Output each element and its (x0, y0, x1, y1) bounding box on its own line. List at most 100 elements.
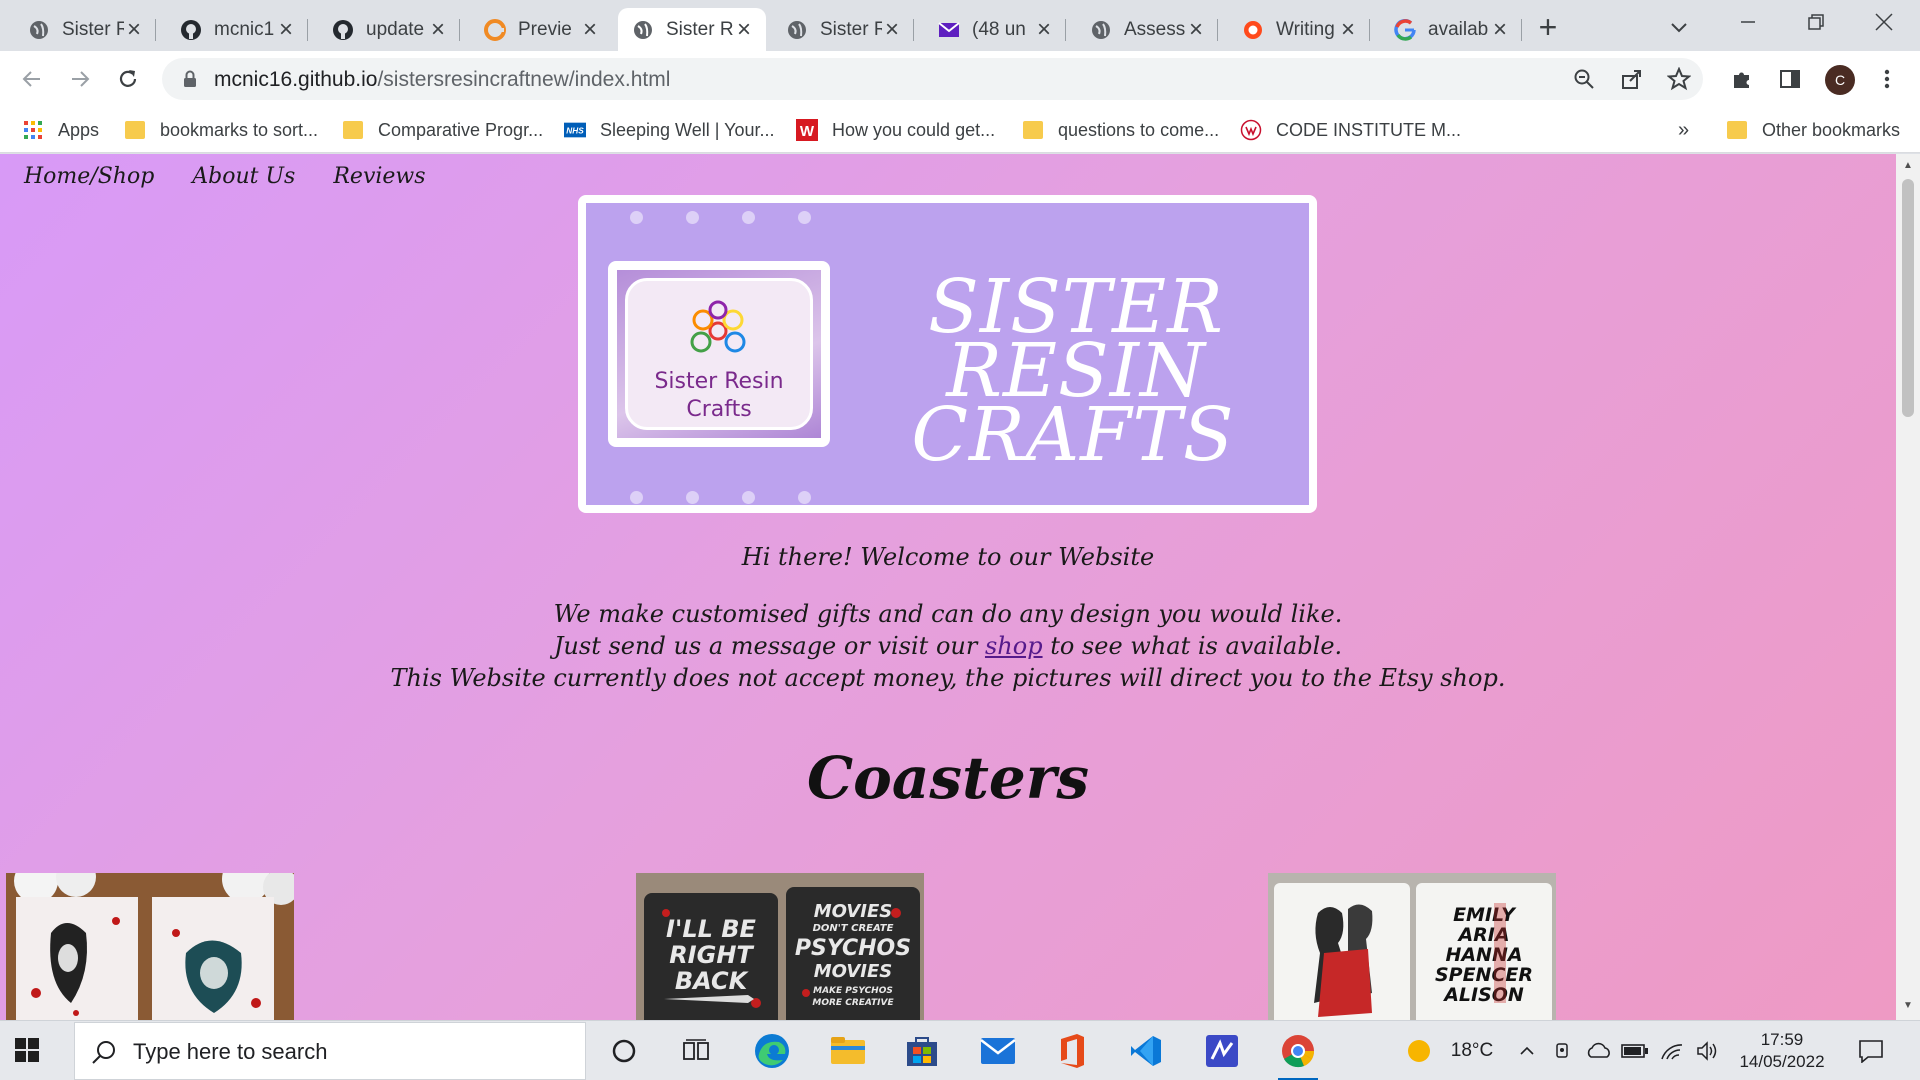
show-hidden-icons-chevron-icon[interactable] (1516, 1039, 1538, 1063)
bookmark-folder-comparative[interactable]: Comparative Progr... (342, 116, 543, 144)
product-image-pll-coasters[interactable]: EMILY ARIA HANNA SPENCER ALISON (1268, 873, 1556, 1020)
bookmark-label: bookmarks to sort... (160, 119, 319, 140)
svg-text:EMILY: EMILY (1453, 904, 1517, 926)
profile-avatar[interactable]: C (1825, 65, 1855, 95)
restore-icon[interactable] (1782, 0, 1850, 44)
vscode-icon[interactable] (1126, 1031, 1166, 1071)
product-image-movie-quote-coasters[interactable]: I'LL BE RIGHT BACK MOVIES DON'T CREATE P… (636, 873, 924, 1020)
close-tab-icon[interactable]: × (1034, 17, 1054, 41)
bookmark-folder-bookmarks-to-sort[interactable]: bookmarks to sort... (124, 116, 318, 144)
bookmark-star-icon[interactable] (1667, 67, 1691, 91)
microsoft-store-icon[interactable] (902, 1031, 942, 1071)
tab-3[interactable]: Previe × (470, 8, 612, 51)
cortana-icon[interactable] (604, 1031, 644, 1071)
close-tab-icon[interactable]: × (882, 17, 902, 41)
chrome-taskbar-icon[interactable] (1278, 1031, 1318, 1080)
new-tab-button[interactable]: + (1532, 11, 1564, 44)
system-clock[interactable]: 17:59 14/05/2022 (1724, 1029, 1840, 1073)
lock-icon[interactable] (180, 69, 200, 89)
folder-icon (1022, 119, 1044, 141)
notifications-icon[interactable] (1856, 1039, 1886, 1063)
close-tab-icon[interactable]: × (734, 17, 754, 41)
office-icon[interactable] (1052, 1031, 1092, 1071)
meet-now-icon[interactable] (1550, 1039, 1578, 1063)
url-text: mcnic16.github.io/sistersresincraftnew/i… (214, 68, 670, 92)
tab-5[interactable]: Sister R × (772, 8, 914, 51)
scroll-down-arrow-icon[interactable]: ▼ (1902, 1000, 1914, 1012)
close-tab-icon[interactable]: × (276, 17, 296, 41)
zoom-out-icon[interactable] (1572, 67, 1596, 91)
task-view-icon[interactable] (676, 1031, 716, 1071)
page-scrollbar[interactable]: ▲ ▼ (1896, 154, 1920, 1020)
tab-search-chevron-icon[interactable] (1664, 12, 1694, 42)
github-icon (180, 19, 202, 41)
battery-icon[interactable] (1620, 1039, 1650, 1063)
bookmark-apps[interactable]: Apps (22, 116, 99, 144)
shop-link[interactable]: shop (985, 632, 1043, 660)
bookmark-code-institute[interactable]: CODE INSTITUTE M... (1240, 116, 1461, 144)
web-page: Home/Shop About Us Reviews Sister Resin … (0, 154, 1896, 1020)
tab-9[interactable]: availab × (1380, 8, 1522, 51)
tab-separator (1521, 19, 1522, 41)
share-icon[interactable] (1620, 67, 1644, 91)
decor-dot (798, 491, 811, 504)
clock-time: 17:59 (1760, 1030, 1804, 1049)
bookmark-sleeping-well[interactable]: NHS Sleeping Well | Your... (564, 116, 774, 144)
tab-4-active[interactable]: Sister R × (618, 8, 766, 51)
logo-title-line2: CRAFTS (911, 392, 1235, 478)
close-tab-icon[interactable]: × (428, 17, 448, 41)
tab-title: Sister R (666, 18, 734, 40)
notes-app-icon[interactable] (1202, 1031, 1242, 1071)
close-tab-icon[interactable]: × (1490, 17, 1510, 41)
product-image-scream-coasters[interactable] (6, 873, 294, 1020)
apps-grid-icon (22, 119, 44, 141)
tab-separator (1369, 19, 1370, 41)
forward-arrow-icon[interactable] (62, 61, 98, 97)
scrollbar-thumb[interactable] (1902, 179, 1914, 417)
nav-about-us[interactable]: About Us (192, 164, 295, 189)
side-panel-icon[interactable] (1777, 66, 1803, 92)
reload-icon[interactable] (110, 61, 146, 97)
temperature-text[interactable]: 18°C (1440, 1039, 1504, 1063)
minimize-icon[interactable] (1714, 0, 1782, 44)
tab-7[interactable]: Assess × (1076, 8, 1218, 51)
menu-kebab-icon[interactable] (1874, 66, 1900, 92)
close-tab-icon[interactable]: × (1338, 17, 1358, 41)
tab-0[interactable]: Sister R × (14, 8, 156, 51)
nav-reviews[interactable]: Reviews (333, 164, 425, 189)
bookmark-folder-questions[interactable]: questions to come... (1022, 116, 1219, 144)
volume-icon[interactable] (1694, 1039, 1722, 1063)
decor-dot (686, 211, 699, 224)
bookmarks-overflow-button[interactable]: » (1678, 116, 1689, 144)
windows-start-icon[interactable] (14, 1037, 40, 1063)
scroll-up-arrow-icon[interactable]: ▲ (1902, 160, 1914, 172)
tab-2[interactable]: update × (318, 8, 460, 51)
close-tab-icon[interactable]: × (580, 17, 600, 41)
intro-line-2-after: to see what is available. (1050, 632, 1343, 660)
nav-home-shop[interactable]: Home/Shop (24, 164, 154, 189)
wifi-icon[interactable] (1658, 1039, 1686, 1063)
edge-icon[interactable] (752, 1031, 792, 1071)
logo-background: Sister Resin Crafts SISTER RESIN CRAFTS (586, 203, 1309, 505)
file-explorer-icon[interactable] (828, 1031, 868, 1071)
weather-sun-icon[interactable] (1404, 1039, 1434, 1063)
close-tab-icon[interactable]: × (1186, 17, 1206, 41)
tab-1[interactable]: mcnic1 × (166, 8, 308, 51)
mail-app-icon[interactable] (978, 1031, 1018, 1071)
svg-text:BACK: BACK (675, 967, 750, 995)
other-bookmarks-folder[interactable]: Other bookmarks (1726, 116, 1900, 144)
bookmark-label: Apps (58, 119, 100, 140)
decor-dot (742, 491, 755, 504)
tab-8[interactable]: Writing × (1228, 8, 1370, 51)
tab-title: (48 un (972, 18, 1026, 40)
close-tab-icon[interactable]: × (124, 17, 144, 41)
onedrive-cloud-icon[interactable] (1584, 1039, 1614, 1063)
tab-6[interactable]: (48 un × (924, 8, 1066, 51)
bookmark-how-you-could-get[interactable]: W How you could get... (796, 116, 995, 144)
extensions-puzzle-icon[interactable] (1729, 66, 1755, 92)
taskbar-search-box[interactable]: Type here to search (74, 1022, 586, 1080)
tab-title: Sister R (820, 18, 882, 40)
close-window-icon[interactable] (1850, 0, 1918, 44)
back-arrow-icon[interactable] (14, 61, 50, 97)
address-bar[interactable]: mcnic16.github.io/sistersresincraftnew/i… (162, 58, 1703, 100)
